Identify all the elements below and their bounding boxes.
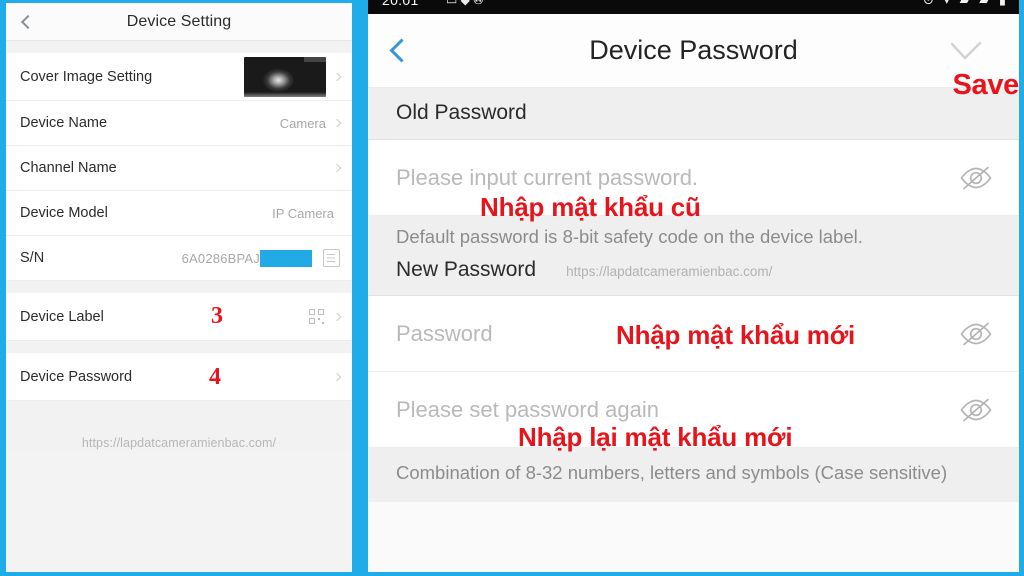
section-gap xyxy=(6,341,352,353)
chevron-left-icon xyxy=(388,38,414,63)
empty-area-left: https://lapdatcameramienbac.com/ xyxy=(6,401,352,450)
annotation-number-3: 3 xyxy=(211,303,223,329)
android-status-bar: 20:01 ▭ ◆ ✇ ⊙ ▾ ▰ ▰ ▮ xyxy=(368,0,1019,14)
section-heading-old-password: Old Password xyxy=(368,88,1019,140)
check-icon xyxy=(950,41,982,60)
device-setting-header: Device Setting xyxy=(6,3,352,41)
eye-slash-icon[interactable] xyxy=(959,321,993,347)
device-setting-screen: Device Setting Cover Image Setting Devic… xyxy=(6,3,352,572)
section-gap xyxy=(6,281,352,293)
confirm-password-input-row[interactable]: Please set password again Nhập lại mật k… xyxy=(368,372,1019,452)
save-check-button[interactable] xyxy=(949,40,983,62)
chevron-left-icon xyxy=(20,14,36,29)
panel-divider xyxy=(360,0,368,576)
chevron-right-icon xyxy=(332,118,342,128)
row-label: Device Label xyxy=(20,308,104,325)
page-title-left: Device Setting xyxy=(126,12,232,30)
device-password-header: Device Password Save xyxy=(368,14,1019,101)
serial-number-value-wrap: 6A0286BPAJ xyxy=(181,249,312,267)
chevron-right-icon xyxy=(332,163,342,173)
back-button-right[interactable] xyxy=(368,14,434,88)
new-password-input[interactable]: Password xyxy=(396,321,493,347)
back-button-left[interactable] xyxy=(6,3,50,41)
left-phone-panel: Device Setting Cover Image Setting Devic… xyxy=(0,0,360,576)
chevron-right-icon xyxy=(332,72,342,81)
row-device-label[interactable]: Device Label 3 xyxy=(6,293,352,341)
row-label: Device Password xyxy=(20,368,133,385)
eye-slash-icon[interactable] xyxy=(959,397,993,423)
status-bar-clock: 20:01 xyxy=(382,0,419,8)
copy-icon[interactable] xyxy=(323,247,342,267)
row-cover-image-setting[interactable]: Cover Image Setting xyxy=(6,53,352,101)
row-label: S/N xyxy=(20,250,45,266)
row-device-name[interactable]: Device Name Camera xyxy=(6,101,352,146)
row-label: Device Model xyxy=(20,205,108,221)
section-heading-new-password: New Password xyxy=(396,258,537,281)
device-setting-list: Cover Image Setting Device Name Camera C… xyxy=(6,53,352,401)
row-label: Cover Image Setting xyxy=(20,68,153,85)
qr-code-icon xyxy=(309,309,324,324)
device-password-screen: 20:01 ▭ ◆ ✇ ⊙ ▾ ▰ ▰ ▮ Device Password Sa… xyxy=(368,0,1019,572)
annotation-number-4: 4 xyxy=(209,364,221,390)
serial-number-redaction xyxy=(260,249,312,267)
serial-number-value: 6A0286BPAJ xyxy=(181,250,260,266)
row-label: Channel Name xyxy=(20,160,117,176)
row-value: IP Camera xyxy=(272,205,334,221)
row-channel-name[interactable]: Channel Name xyxy=(6,146,352,191)
screenshot-root: Device Setting Cover Image Setting Devic… xyxy=(0,0,1024,576)
right-phone-panel: 20:01 ▭ ◆ ✇ ⊙ ▾ ▰ ▰ ▮ Device Password Sa… xyxy=(368,0,1024,576)
section-gap xyxy=(6,41,352,53)
status-bar-left-icons: ▭ ◆ ✇ xyxy=(446,0,484,7)
annotation-new-password: Nhập mật khẩu mới xyxy=(616,320,856,350)
cover-image-thumbnail[interactable] xyxy=(244,56,326,97)
annotation-confirm-password: Nhập lại mật khẩu mới xyxy=(518,422,793,452)
old-password-input-row[interactable]: Please input current password. Nhập mật … xyxy=(368,140,1019,222)
annotation-old-password: Nhập mật khẩu cũ xyxy=(480,192,701,222)
row-serial-number: S/N 6A0286BPAJ xyxy=(6,236,352,281)
status-bar-right-icons: ⊙ ▾ ▰ ▰ ▮ xyxy=(923,0,1009,8)
row-label: Device Name xyxy=(20,115,108,131)
section-heading-new-password-row: New Password https://lapdatcameramienbac… xyxy=(368,256,1019,296)
watermark-left: https://lapdatcameramienbac.com/ xyxy=(81,436,277,450)
annotation-save: Save xyxy=(952,69,1019,101)
chevron-right-icon xyxy=(332,312,342,321)
password-rules-note: Combination of 8-32 numbers, letters and… xyxy=(368,448,1019,502)
row-device-model: Device Model IP Camera xyxy=(6,191,352,236)
row-value: Camera xyxy=(279,115,326,131)
watermark-right: https://lapdatcameramienbac.com/ xyxy=(566,264,773,279)
page-title-right: Device Password xyxy=(589,35,798,65)
confirm-password-input[interactable]: Please set password again xyxy=(396,397,659,423)
eye-slash-icon[interactable] xyxy=(959,165,993,191)
new-password-input-row[interactable]: Password Nhập mật khẩu mới xyxy=(368,296,1019,372)
old-password-input[interactable]: Please input current password. xyxy=(396,165,698,191)
chevron-right-icon xyxy=(332,372,342,381)
row-device-password[interactable]: Device Password 4 xyxy=(6,353,352,401)
